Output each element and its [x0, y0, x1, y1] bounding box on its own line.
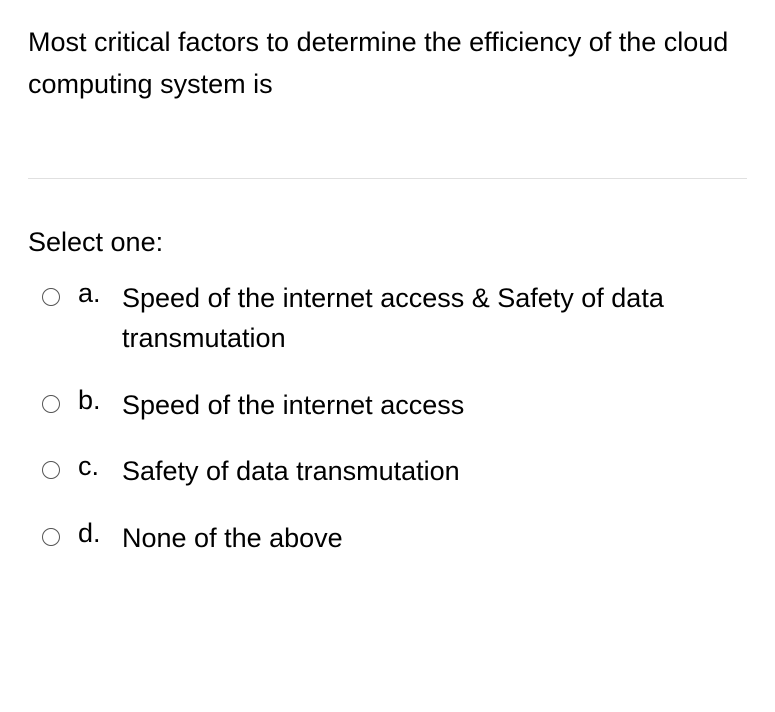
option-text: Speed of the internet access & Safety of…: [122, 278, 747, 359]
options-list: a. Speed of the internet access & Safety…: [28, 278, 747, 559]
select-one-label: Select one:: [28, 227, 747, 258]
question-text: Most critical factors to determine the e…: [28, 22, 747, 106]
option-text: None of the above: [122, 518, 747, 559]
radio-icon[interactable]: [42, 461, 60, 479]
option-letter: b.: [78, 385, 122, 416]
radio-icon[interactable]: [42, 395, 60, 413]
divider: [28, 178, 747, 179]
option-a[interactable]: a. Speed of the internet access & Safety…: [42, 278, 747, 359]
option-b[interactable]: b. Speed of the internet access: [42, 385, 747, 426]
radio-icon[interactable]: [42, 528, 60, 546]
radio-icon[interactable]: [42, 288, 60, 306]
option-text: Safety of data transmutation: [122, 451, 747, 492]
option-text: Speed of the internet access: [122, 385, 747, 426]
option-c[interactable]: c. Safety of data transmutation: [42, 451, 747, 492]
option-letter: c.: [78, 451, 122, 482]
option-letter: d.: [78, 518, 122, 549]
option-d[interactable]: d. None of the above: [42, 518, 747, 559]
option-letter: a.: [78, 278, 122, 309]
